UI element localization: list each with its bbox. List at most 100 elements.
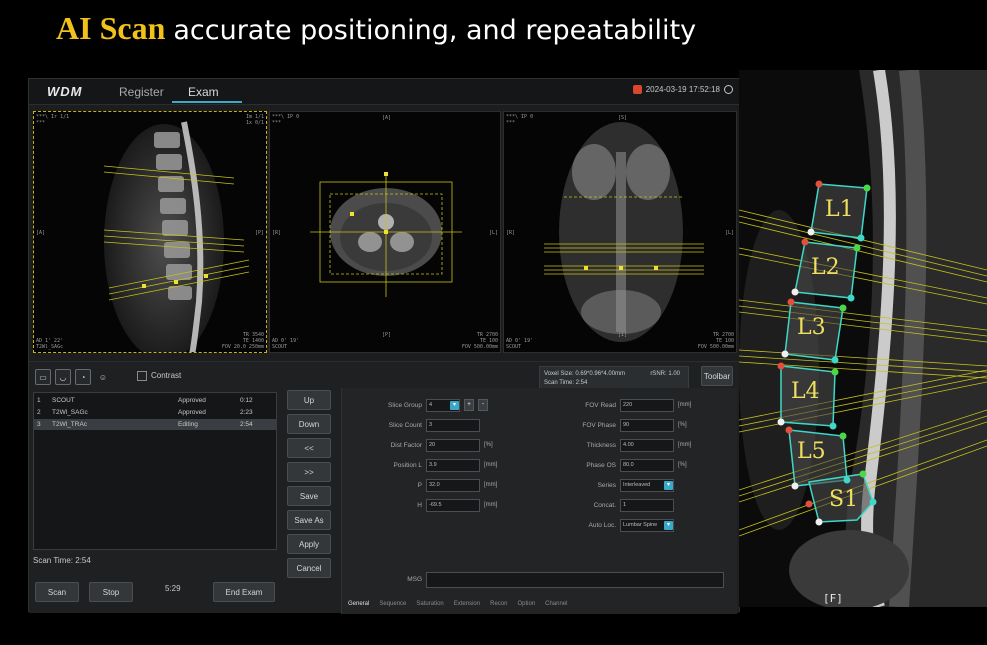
param-unit: [mm] (484, 502, 498, 508)
protocol-list: 1 SCOUT Approved 0:12 2 T2Wl_SAGc Approv… (33, 392, 277, 550)
cancel-button[interactable]: Cancel (287, 558, 331, 578)
tab-exam[interactable]: Exam (188, 85, 219, 99)
protocol-time: 2:23 (240, 409, 253, 416)
param-tabs: General Sequence Saturation Extension Re… (348, 601, 568, 607)
vp1-corner-tr: Im 1/1 1x 0/1 (245, 114, 264, 126)
coil-icon[interactable]: ◡ (55, 369, 71, 385)
msg-field[interactable] (426, 572, 724, 588)
contrast-label: Contrast (151, 371, 182, 380)
stop-button[interactable]: Stop (89, 582, 133, 602)
param-unit: [mm] (678, 402, 692, 408)
slice-count-input[interactable]: 3 (426, 419, 480, 432)
patient-position-icon[interactable]: ▭ (35, 369, 51, 385)
vertebra-label-l3: L3 (797, 315, 826, 340)
tab-register[interactable]: Register (119, 85, 164, 99)
param-unit: [mm] (484, 482, 498, 488)
contrast-checkbox[interactable] (137, 371, 147, 381)
move-right-button[interactable]: >> (287, 462, 331, 482)
chevron-down-icon[interactable]: ▾ (450, 401, 459, 410)
tab-extension[interactable]: Extension (454, 601, 480, 607)
slide-title-rest: accurate positioning, and repeatability (173, 15, 697, 46)
fov-read-input[interactable]: 220 (620, 399, 674, 412)
param-label: H (417, 502, 422, 509)
position-l-input[interactable]: 3.9 (426, 459, 480, 472)
viewport-area: ***\ Ir 1/1 *** Im 1/1 1x 0/1 [A] [P] AD… (33, 111, 737, 353)
fov-phase-input[interactable]: 90 (620, 419, 674, 432)
down-button[interactable]: Down (287, 414, 331, 434)
vp3-top: [S] (618, 115, 628, 121)
coronal-image (544, 122, 704, 342)
viewport-sagittal[interactable]: ***\ Ir 1/1 *** Im 1/1 1x 0/1 [A] [P] AD… (33, 111, 267, 353)
axial-image (310, 172, 462, 297)
sagittal-image (103, 121, 250, 352)
active-tab-indicator (172, 101, 242, 103)
apply-button[interactable]: Apply (287, 534, 331, 554)
elapsed-timer: 5:29 (165, 584, 181, 593)
param-unit: [%] (484, 442, 493, 448)
phase-os-input[interactable]: 80.0 (620, 459, 674, 472)
viewport-axial[interactable]: ***\ IP 0 *** [A] [R] [L] [P] AD 0' 19' … (269, 111, 501, 353)
save-as-button[interactable]: Save As (287, 510, 331, 530)
chevron-down-icon[interactable]: ▾ (664, 481, 673, 490)
orientation-label: [F] (823, 592, 843, 605)
vertebra-label-l4: L4 (791, 379, 820, 404)
up-button[interactable]: Up (287, 390, 331, 410)
viewport-coronal[interactable]: ***\ IP 0 *** [S] [R] [L] [I] AD 0' 19' … (503, 111, 737, 353)
vertebra-label-l2: L2 (811, 255, 840, 280)
end-exam-button[interactable]: End Exam (213, 582, 275, 602)
vp2-side-l: [R] (272, 230, 282, 236)
param-label: FOV Phase (582, 422, 616, 429)
param-label: Slice Group (388, 402, 422, 409)
vp1-corner-br: TR 3540 TE 1400 FOV 20.0 250mm (221, 332, 264, 350)
vp2-top: [A] (382, 115, 392, 121)
scan-info-box: Voxel Size: 0.69*0.96*4.00mm Scan Time: … (539, 366, 689, 390)
protocol-row[interactable]: 1 SCOUT Approved 0:12 (34, 395, 276, 406)
tab-channel[interactable]: Channel (545, 601, 567, 607)
tab-recon[interactable]: Recon (490, 601, 507, 607)
vp1-corner-bl: AD 1' 22' T2Wl_SAGc (36, 338, 64, 350)
tab-saturation[interactable]: Saturation (416, 601, 443, 607)
power-icon[interactable] (724, 85, 733, 94)
scan-button[interactable]: Scan (35, 582, 79, 602)
protocol-panel: ▭ ◡ ◔ ☺ Contrast Voxel Size: 0.69*0.96*4… (29, 361, 739, 614)
protocol-row-selected[interactable]: 3 T2Wl_TRAc Editing 2:54 (34, 419, 276, 430)
msg-label: MSG (407, 576, 422, 583)
tab-general[interactable]: General (348, 601, 369, 607)
protocol-time: 0:12 (240, 397, 253, 404)
param-unit: [%] (678, 462, 687, 468)
param-label: Position L (393, 462, 422, 469)
datetime: 2024-03-19 17:52:18 (645, 85, 720, 94)
chevron-down-icon[interactable]: ▾ (664, 521, 673, 530)
position-p-input[interactable]: 32.0 (426, 479, 480, 492)
protocol-status: Approved (178, 409, 206, 416)
vp1-corner-tl: ***\ Ir 1/1 *** (36, 114, 70, 126)
param-label: Dist Factor (390, 442, 422, 449)
remove-group-button[interactable]: - (478, 399, 488, 411)
dist-factor-input[interactable]: 20 (426, 439, 480, 452)
param-label: Concat. (593, 502, 616, 509)
vp2-side-r: [L] (488, 230, 498, 236)
param-label: Series (597, 482, 616, 489)
clock-area: 2024-03-19 17:52:18 (632, 85, 733, 94)
toolbar-button[interactable]: Toolbar (701, 366, 733, 386)
position-h-input[interactable]: -69.5 (426, 499, 480, 512)
thickness-input[interactable]: 4.00 (620, 439, 674, 452)
save-button[interactable]: Save (287, 486, 331, 506)
vp3-corner-tl: ***\ IP 0 *** (506, 114, 534, 126)
protocol-status: Editing (178, 421, 198, 428)
param-unit: [mm] (678, 442, 692, 448)
app-logo: WDM (47, 84, 83, 99)
param-label: Auto Loc. (588, 522, 616, 529)
concat-input[interactable]: 1 (620, 499, 674, 512)
parameters-panel: Slice Group 4 ▾ + - Slice Count 3 Dist F… (341, 388, 737, 614)
protocol-row[interactable]: 2 T2Wl_SAGc Approved 2:23 (34, 407, 276, 418)
vp2-bottom: [P] (382, 332, 392, 338)
tab-option[interactable]: Option (517, 601, 535, 607)
head-icon[interactable]: ◔ (75, 369, 91, 385)
protocol-name: T2Wl_TRAc (52, 421, 88, 428)
vp1-side-l: [A] (36, 230, 46, 236)
tab-sequence[interactable]: Sequence (379, 601, 406, 607)
add-group-button[interactable]: + (464, 399, 474, 411)
user-icon[interactable]: ☺ (95, 369, 111, 385)
move-left-button[interactable]: << (287, 438, 331, 458)
